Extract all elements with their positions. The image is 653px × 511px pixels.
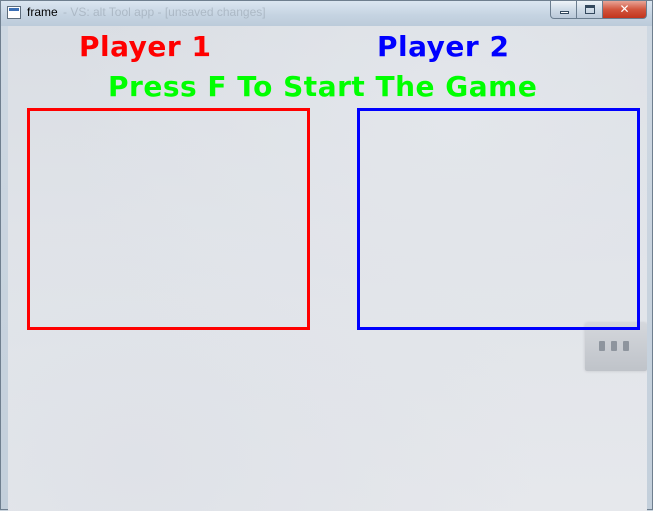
window-controls: ✕ — [550, 1, 647, 19]
window-title: frame — [27, 5, 58, 19]
camera-frame: Player 1 Player 2 Press F To Start The G… — [8, 26, 647, 511]
app-window: frame - VS: alt Tool app - [unsaved chan… — [0, 0, 653, 511]
close-button[interactable]: ✕ — [603, 1, 647, 19]
player2-zone — [357, 108, 640, 330]
minimize-button[interactable] — [550, 1, 577, 19]
wall-socket-background — [585, 323, 647, 371]
player2-label: Player 2 — [377, 30, 510, 63]
player1-label: Player 1 — [79, 30, 212, 63]
title-bar[interactable]: frame - VS: alt Tool app - [unsaved chan… — [1, 1, 652, 26]
maximize-button[interactable] — [577, 1, 603, 19]
background-window-title: - VS: alt Tool app - [unsaved changes] — [63, 5, 266, 19]
start-game-message: Press F To Start The Game — [108, 70, 538, 103]
player1-zone — [27, 108, 310, 330]
maximize-icon — [585, 5, 595, 14]
window-app-icon[interactable] — [7, 6, 21, 19]
minimize-icon — [560, 11, 569, 14]
close-icon: ✕ — [619, 2, 630, 16]
